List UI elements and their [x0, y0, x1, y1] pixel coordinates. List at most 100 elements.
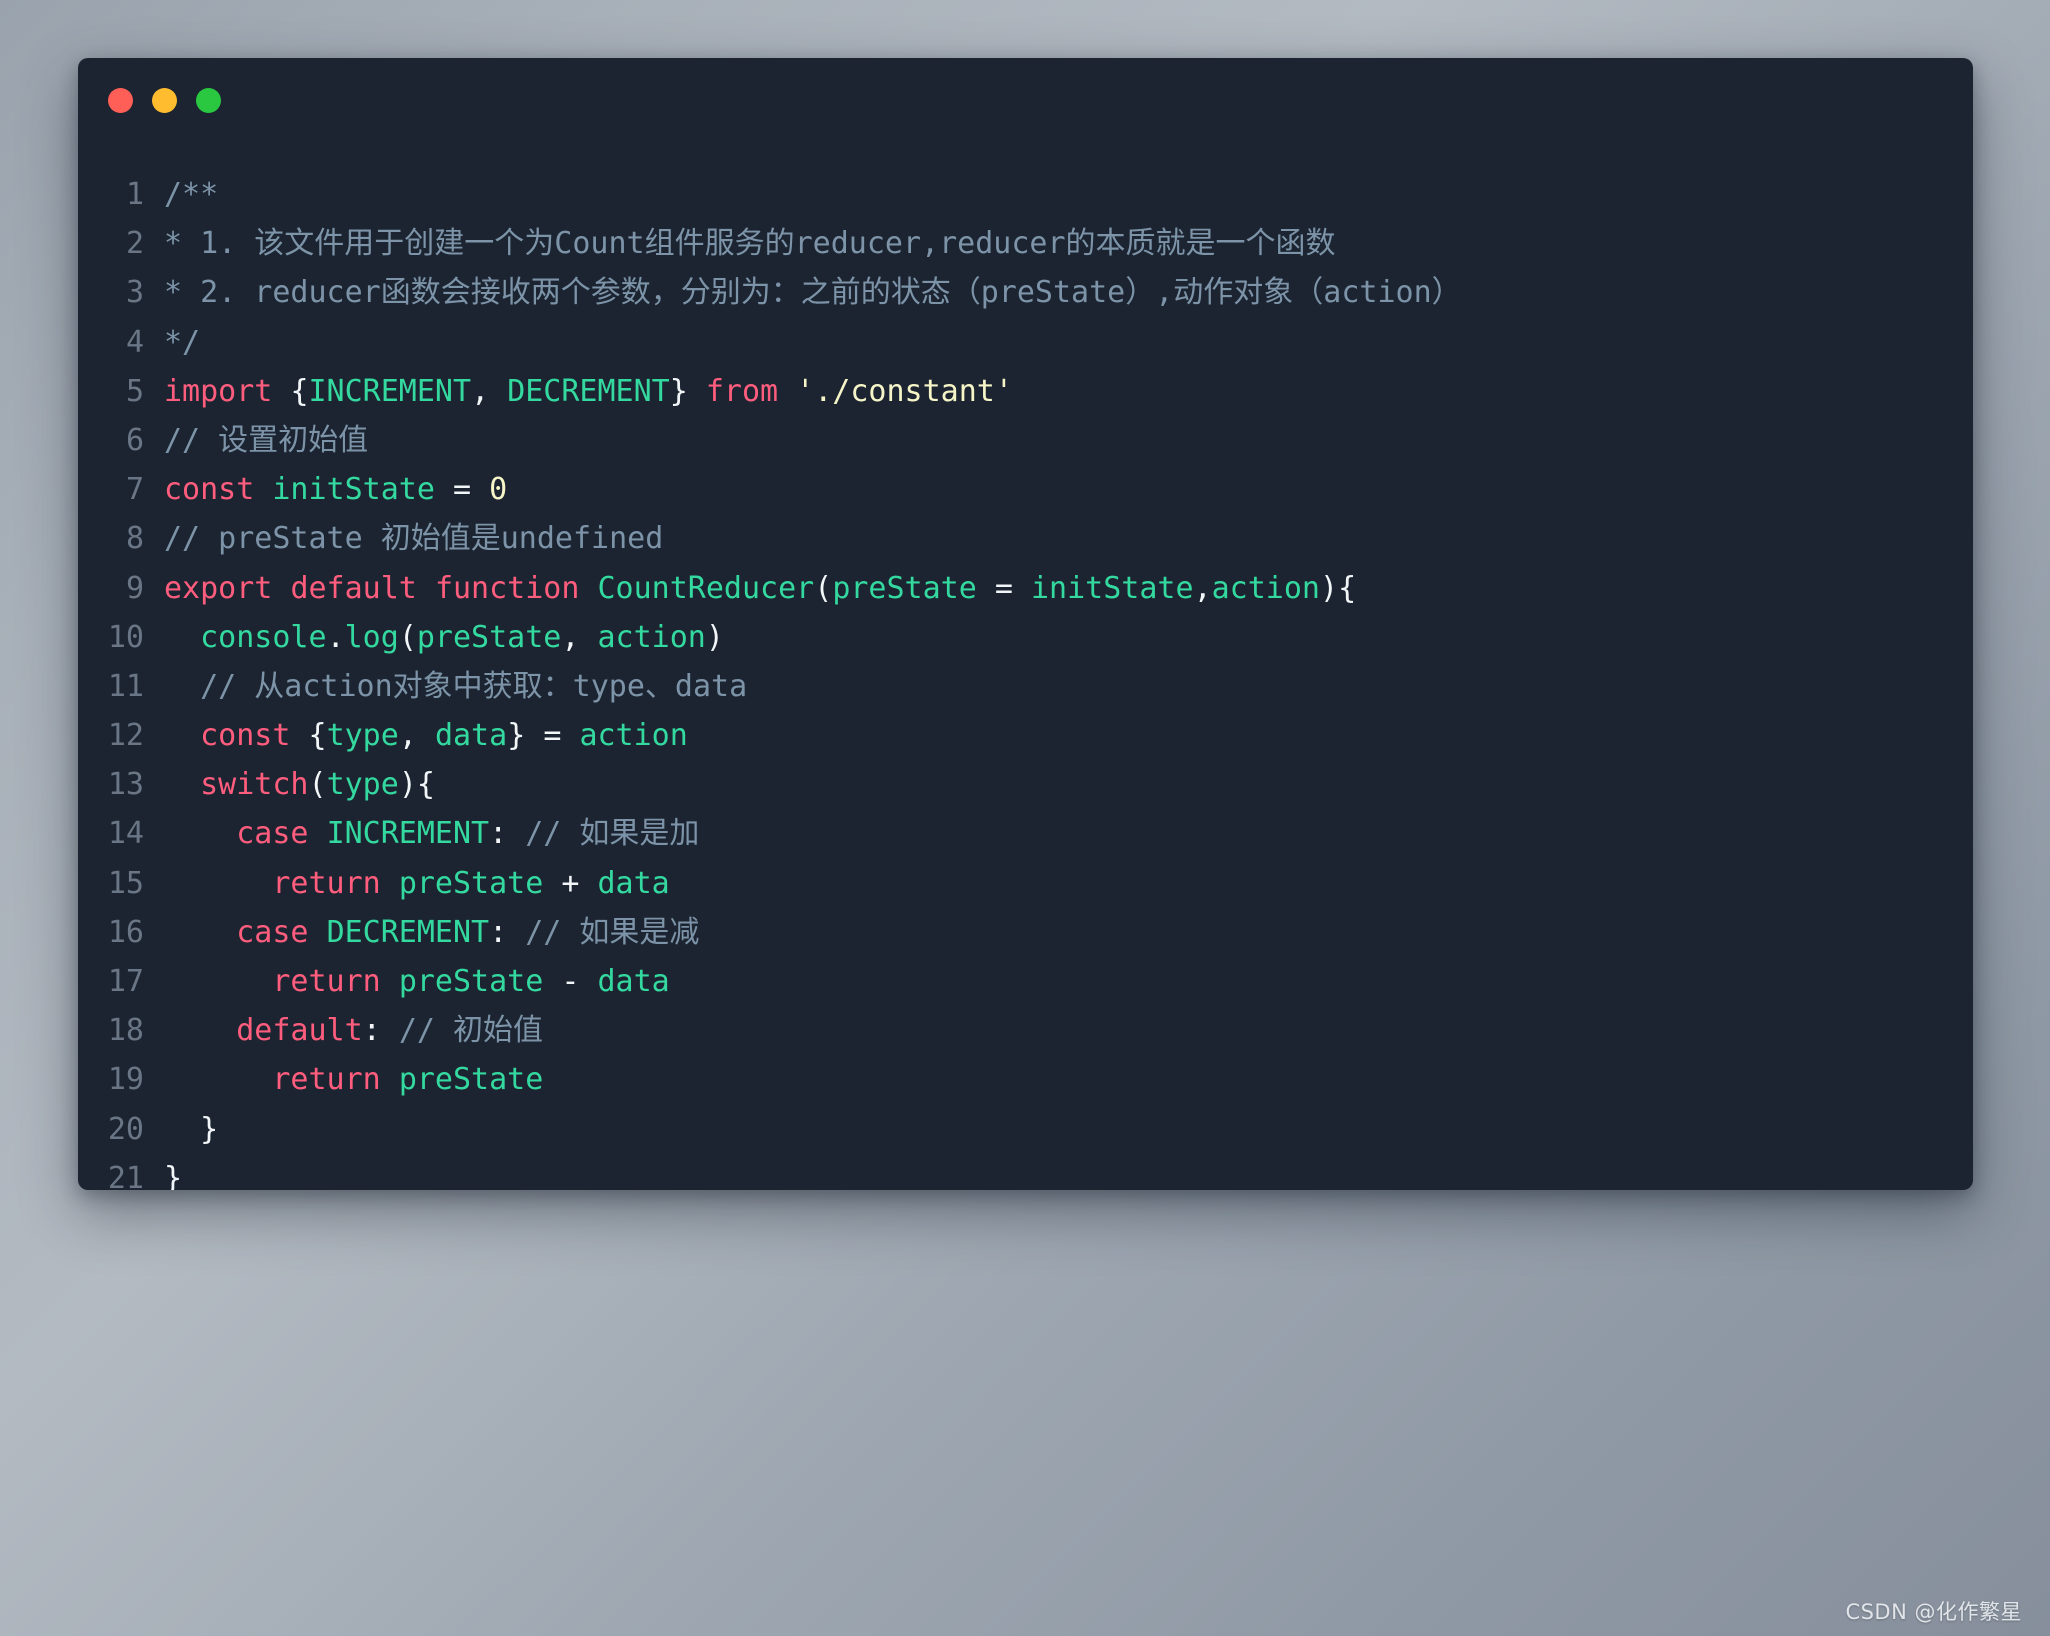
token-punc: , [1193, 570, 1212, 606]
token-punc [507, 816, 525, 851]
token-var: action [597, 619, 706, 655]
token-com: * 1. 该文件用于创建一个为Count组件服务的reducer,reducer… [164, 226, 1336, 262]
code-line: 11 // 从action对象中获取：type、data [78, 662, 1973, 711]
line-content: case DECREMENT: // 如果是减 [164, 908, 1973, 957]
line-number: 5 [125, 373, 144, 409]
line-number: 2 [125, 226, 144, 262]
token-op: + [561, 865, 580, 901]
token-punc [543, 964, 561, 999]
code-line: 1 /** [78, 170, 1973, 219]
token-punc [471, 472, 489, 507]
token-kw: import [164, 373, 273, 409]
token-punc [381, 1013, 399, 1048]
token-punc: } [164, 1160, 183, 1190]
token-punc: } [507, 718, 526, 754]
code-line: 7 const initState = 0 [78, 465, 1973, 514]
token-punc [164, 718, 200, 753]
token-punc [164, 1013, 236, 1048]
close-window-button[interactable] [108, 88, 133, 113]
code-line: 6 // 设置初始值 [78, 416, 1973, 465]
token-punc: : [489, 816, 508, 852]
token-punc [254, 472, 272, 507]
token-punc: , [561, 619, 580, 655]
page-backdrop: 1 /** 2 * 1. 该文件用于创建一个为Count组件服务的reducer,re… [0, 0, 2050, 1636]
minimize-window-button[interactable] [152, 88, 177, 113]
token-punc: ) [398, 767, 417, 803]
token-var: preState [832, 570, 977, 606]
line-content: switch(type){ [164, 760, 1973, 809]
token-punc: { [1338, 570, 1357, 606]
line-number: 15 [107, 865, 144, 901]
token-punc: ) [705, 619, 724, 655]
line-content: default: // 初始值 [164, 1006, 1973, 1055]
watermark: CSDN @化作繁星 [1845, 1600, 2022, 1624]
line-content: } [164, 1105, 1973, 1154]
token-punc: { [308, 718, 327, 754]
token-punc: , [471, 373, 490, 409]
token-var: preState [398, 1062, 544, 1098]
code-line: 15 return preState + data [78, 859, 1973, 908]
token-var: type [326, 718, 399, 754]
line-content: /** [164, 170, 1973, 219]
line-content: return preState - data [164, 957, 1973, 1006]
token-punc [164, 767, 200, 802]
token-punc: : [489, 914, 508, 950]
line-number: 19 [107, 1062, 144, 1098]
token-punc [272, 571, 290, 606]
token-punc: } [669, 373, 688, 409]
token-fn: CountReducer [597, 570, 815, 606]
maximize-window-button[interactable] [196, 88, 221, 113]
code-line: 21} [78, 1154, 1973, 1190]
token-var: data [597, 865, 670, 901]
line-content: // 从action对象中获取：type、data [164, 662, 1973, 711]
token-com: // 如果是减 [525, 914, 700, 950]
token-com: */ [164, 324, 201, 360]
token-punc [381, 964, 399, 999]
line-number: 17 [107, 964, 144, 999]
line-number: 3 [125, 275, 144, 311]
line-number: 14 [107, 816, 144, 852]
code-editor[interactable]: 1 /** 2 * 1. 该文件用于创建一个为Count组件服务的reducer,re… [78, 170, 1973, 1190]
token-punc [417, 718, 435, 753]
token-var: initState [1031, 570, 1194, 606]
code-line: 5 import {INCREMENT, DECREMENT} from './c… [78, 367, 1973, 416]
line-content: // preState 初始值是undefined [164, 514, 1973, 563]
token-var: preState [398, 865, 544, 901]
code-window: 1 /** 2 * 1. 该文件用于创建一个为Count组件服务的reducer,re… [78, 58, 1973, 1190]
token-com: // 设置初始值 [164, 422, 369, 458]
token-kw: export [164, 570, 273, 606]
token-var: action [1211, 570, 1320, 606]
token-com: /** [164, 177, 219, 212]
token-kw: return [272, 865, 381, 901]
token-str: './constant' [796, 373, 1013, 409]
token-punc [417, 571, 435, 606]
token-com: // 如果是加 [525, 816, 700, 852]
line-content: case INCREMENT: // 如果是加 [164, 809, 1973, 858]
line-number: 7 [125, 472, 144, 508]
token-punc [164, 1062, 272, 1097]
code-line: 10 console.log(preState, action) [78, 613, 1973, 662]
code-line: 8 // preState 初始值是undefined [78, 514, 1973, 563]
line-content: } [164, 1154, 1973, 1190]
token-punc [688, 374, 706, 409]
token-punc [309, 915, 327, 950]
token-punc [579, 571, 597, 606]
token-punc: . [326, 619, 345, 655]
line-content: const {type, data} = action [164, 711, 1973, 760]
line-content: * 1. 该文件用于创建一个为Count组件服务的reducer,reducer… [164, 219, 1973, 268]
token-com: // 从action对象中获取：type、data [164, 668, 748, 704]
line-number: 6 [125, 422, 144, 458]
token-punc [1013, 571, 1031, 606]
token-com: // 初始值 [398, 1013, 543, 1049]
code-line: 9 export default function CountReducer(pr… [78, 564, 1973, 613]
token-punc [579, 620, 597, 655]
token-punc [435, 472, 453, 507]
line-content: return preState [164, 1055, 1973, 1104]
token-num: 0 [489, 472, 508, 508]
token-var: initState [272, 472, 435, 508]
code-line: 13 switch(type){ [78, 760, 1973, 809]
line-number: 9 [125, 570, 144, 606]
token-kw: default [236, 1013, 363, 1049]
token-var: type [326, 767, 399, 803]
token-punc [164, 620, 200, 655]
